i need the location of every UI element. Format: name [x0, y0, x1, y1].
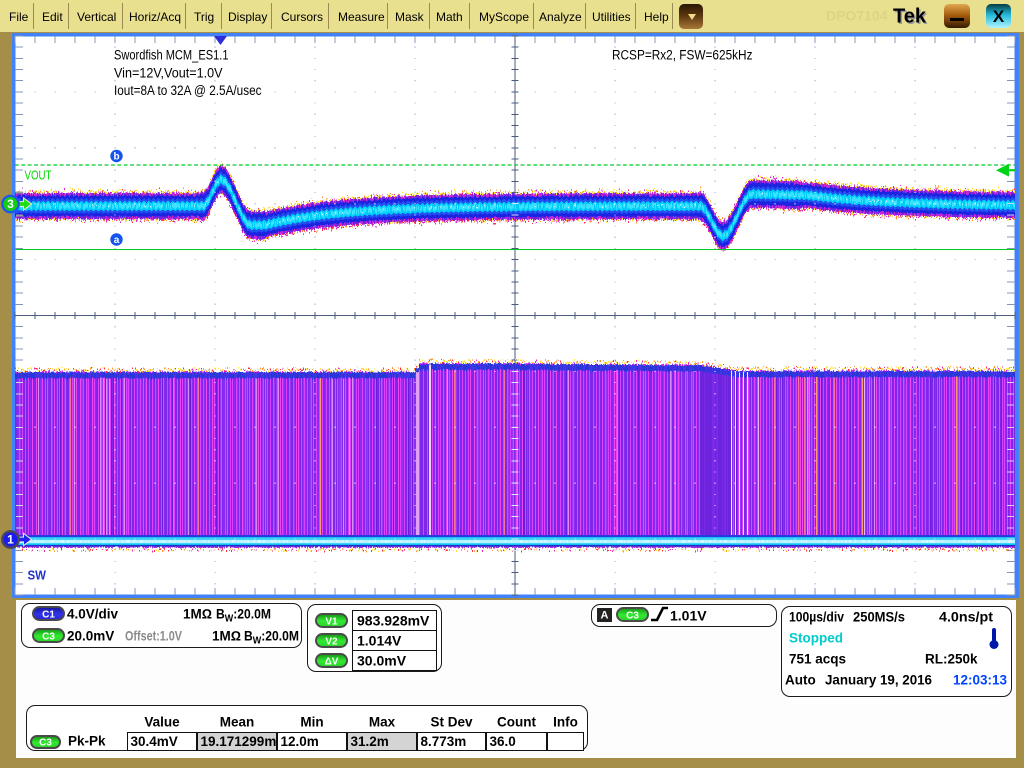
svg-text:751 acqs: 751 acqs [789, 652, 846, 667]
svg-text:V2: V2 [325, 637, 338, 648]
svg-text:Value: Value [144, 715, 180, 730]
svg-text:Auto: Auto [785, 673, 816, 688]
svg-text:100µs/div: 100µs/div [789, 610, 844, 625]
svg-text:19.171299m: 19.171299m [201, 734, 277, 749]
svg-text:4.0ns/pt: 4.0ns/pt [939, 610, 994, 625]
svg-text:DPO7104: DPO7104 [826, 8, 888, 24]
svg-text:January 19, 2016: January 19, 2016 [825, 673, 932, 688]
svg-text:C3: C3 [626, 611, 639, 622]
svg-text:Measure: Measure [338, 10, 385, 24]
svg-text:V1: V1 [325, 617, 338, 628]
svg-text:12:03:13: 12:03:13 [953, 673, 1008, 688]
svg-text:250MS/s: 250MS/s [853, 610, 905, 625]
svg-text:A: A [601, 610, 609, 622]
svg-text:Display: Display [228, 10, 267, 24]
svg-text:Max: Max [369, 715, 396, 730]
svg-text:Trig: Trig [194, 10, 214, 24]
svg-text:1.01V: 1.01V [670, 608, 707, 624]
svg-text:Info: Info [553, 715, 578, 730]
svg-text:20.0mV: 20.0mV [67, 629, 114, 644]
svg-text:983.928mV: 983.928mV [357, 612, 430, 628]
svg-text:1MΩ: 1MΩ [183, 607, 212, 622]
svg-text:Pk-Pk: Pk-Pk [68, 734, 106, 749]
svg-text:Utilities: Utilities [592, 10, 631, 24]
svg-text:MyScope: MyScope [479, 10, 529, 24]
svg-text:12.0m: 12.0m [281, 734, 319, 749]
svg-text:30.4mV: 30.4mV [131, 734, 178, 749]
svg-text:30.0mV: 30.0mV [357, 652, 407, 668]
svg-text:Tek: Tek [893, 6, 927, 28]
svg-text:RL:250k: RL:250k [925, 652, 978, 667]
svg-text:Cursors: Cursors [281, 10, 323, 24]
svg-text:C3: C3 [39, 738, 52, 749]
svg-text:4.0V/div: 4.0V/div [67, 607, 119, 622]
svg-text:Help: Help [644, 10, 669, 24]
svg-text:C3: C3 [42, 632, 55, 643]
svg-text:1MΩ: 1MΩ [212, 629, 241, 644]
svg-text:36.0: 36.0 [490, 734, 516, 749]
svg-text:Vertical: Vertical [77, 10, 116, 24]
svg-text:ΔV: ΔV [325, 657, 339, 668]
svg-text:BW:20.0M: BW:20.0M [216, 607, 271, 625]
svg-text:C1: C1 [42, 610, 55, 621]
svg-text:8.773m: 8.773m [421, 734, 467, 749]
svg-text:Mean: Mean [220, 715, 255, 730]
svg-text:Math: Math [436, 10, 463, 24]
svg-text:BW:20.0M: BW:20.0M [244, 629, 299, 647]
svg-text:Min: Min [300, 715, 323, 730]
svg-text:Analyze: Analyze [539, 10, 582, 24]
svg-text:Mask: Mask [395, 10, 425, 24]
svg-text:Offset:1.0V: Offset:1.0V [125, 629, 182, 644]
svg-text:Horiz/Acq: Horiz/Acq [129, 10, 181, 24]
svg-text:Count: Count [497, 715, 536, 730]
svg-text:X: X [993, 7, 1005, 26]
svg-text:31.2m: 31.2m [351, 734, 389, 749]
svg-text:File: File [9, 10, 29, 24]
svg-text:Stopped: Stopped [789, 631, 843, 646]
svg-text:St Dev: St Dev [430, 715, 473, 730]
svg-text:Edit: Edit [42, 10, 63, 24]
svg-text:1.014V: 1.014V [357, 632, 402, 648]
